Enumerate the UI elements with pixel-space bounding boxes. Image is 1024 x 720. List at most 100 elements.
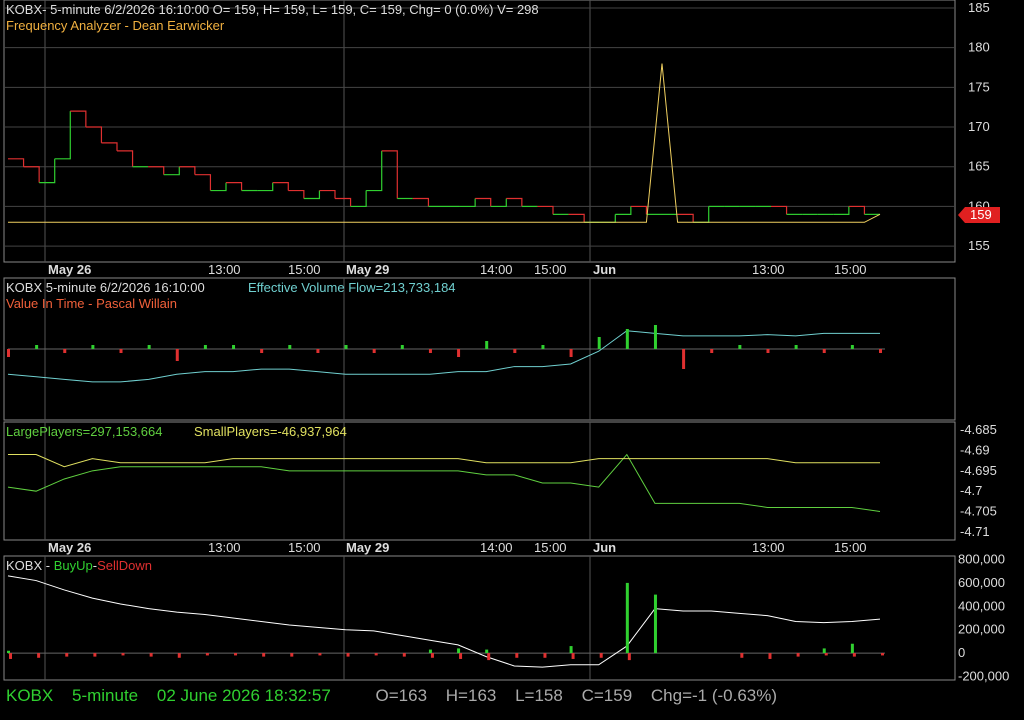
value-in-time-bar xyxy=(91,345,95,349)
value-in-time-bar xyxy=(625,329,629,349)
selldown-bar xyxy=(487,653,491,661)
value-in-time-bar xyxy=(203,345,207,349)
y-tick-label: -4.685 xyxy=(960,422,997,437)
status-low: L=158 xyxy=(515,686,563,705)
y-tick-label: -4.7 xyxy=(960,483,982,498)
status-open: O=163 xyxy=(375,686,428,705)
selldown-bar xyxy=(740,653,744,658)
x-tick-label: 13:00 xyxy=(752,262,785,277)
value-in-time-bar xyxy=(288,345,292,349)
price-segment xyxy=(615,206,632,215)
value-in-time-bar xyxy=(119,349,123,353)
y-tick-label: 165 xyxy=(968,159,990,174)
value-in-time-bar xyxy=(344,345,348,349)
buyup-bar xyxy=(485,649,489,654)
value-in-time-bar xyxy=(457,349,461,357)
y-tick-label: 200,000 xyxy=(958,622,1005,637)
y-tick-label: 180 xyxy=(968,40,990,55)
x-tick-label: 14:00 xyxy=(480,262,513,277)
small-players-line xyxy=(8,454,880,468)
y-tick-label: 170 xyxy=(968,119,990,134)
price-segment xyxy=(848,205,866,215)
value-in-time-bar xyxy=(766,349,770,353)
status-close: C=159 xyxy=(581,686,633,705)
x-tick-label: 13:00 xyxy=(208,540,241,555)
selldown-bar xyxy=(515,653,519,658)
x-tick-label: 15:00 xyxy=(288,262,321,277)
selldown-bar xyxy=(459,653,463,659)
selldown-bar xyxy=(796,653,800,657)
selldown-bar xyxy=(9,653,12,659)
selldown-bar xyxy=(93,653,97,657)
price-segment xyxy=(70,110,87,128)
y-tick-label: 800,000 xyxy=(958,552,1005,567)
selldown-bar xyxy=(234,653,238,656)
buyup-symbol: KOBX - xyxy=(6,558,54,573)
panel-frame-3 xyxy=(3,421,956,541)
x-tick-label: 15:00 xyxy=(288,540,321,555)
selldown-bar xyxy=(768,653,772,659)
selldown-bar xyxy=(402,653,406,657)
y-tick-label: -4.695 xyxy=(960,463,997,478)
price-segment xyxy=(319,189,336,199)
price-segment xyxy=(210,182,227,192)
last-price-badge: 159 xyxy=(958,207,1000,223)
selldown-bar xyxy=(571,653,575,659)
selldown-bar xyxy=(824,653,828,656)
price-segment xyxy=(833,206,850,215)
effective-volume-flow-label: Effective Volume Flow=213,733,184 xyxy=(248,280,456,295)
price-segment xyxy=(335,197,352,207)
price-segment xyxy=(506,197,523,207)
selldown-bar xyxy=(290,653,294,657)
chart-canvas: May 26 13:00 15:00 May 29 14:00 15:00 Jun 13:00… xyxy=(3,0,1009,683)
x-tick-label: 15:00 xyxy=(834,540,867,555)
selldown-bar xyxy=(149,653,153,657)
selldown-bar xyxy=(346,653,350,657)
y-tick-label: 175 xyxy=(968,79,990,94)
selldown-bar xyxy=(318,653,322,656)
y-tick-label: 185 xyxy=(968,0,990,15)
buyup-bar xyxy=(653,594,657,654)
price-segment xyxy=(568,213,585,223)
status-change: Chg=-1 (-0.63%) xyxy=(650,686,778,705)
value-in-time-bar xyxy=(879,349,882,353)
x-tick-label: 15:00 xyxy=(834,262,867,277)
value-in-time-bar xyxy=(738,345,742,349)
buyup-bar xyxy=(569,646,573,654)
buyup-bar xyxy=(822,648,826,654)
selldown-bar xyxy=(599,653,603,658)
x-tick-label: May 29 xyxy=(346,262,389,277)
price-segment xyxy=(163,166,180,176)
value-in-time-bar xyxy=(63,349,67,353)
price-segment xyxy=(39,158,56,184)
x-tick-label: 13:00 xyxy=(752,540,785,555)
value-in-time-bar xyxy=(400,345,404,349)
y-tick-label: 0 xyxy=(958,645,965,660)
status-symbol: KOBX xyxy=(6,686,54,705)
value-in-time-bar xyxy=(597,337,601,349)
y-tick-label: 155 xyxy=(968,238,990,253)
price-segment xyxy=(677,213,694,223)
selldown-bar xyxy=(852,653,856,657)
y-tick-label: -4.69 xyxy=(960,442,990,457)
y-tick-label: 400,000 xyxy=(958,598,1005,613)
axis-labels: May 26 13:00 15:00 May 29 14:00 15:00 Jun 13:00… xyxy=(48,0,1009,683)
value-in-time-bar xyxy=(232,345,236,349)
buyup-selldown-label: KOBX - BuyUp-SellDown xyxy=(6,558,152,573)
value-in-time-bar xyxy=(372,349,376,353)
value-in-time-bar xyxy=(541,345,545,349)
value-in-time-bar xyxy=(260,349,264,353)
selldown-bar xyxy=(65,653,69,657)
selldown-bar xyxy=(205,653,209,656)
price-segment xyxy=(226,182,243,191)
x-tick-label: 15:00 xyxy=(534,540,567,555)
panel-frame-4 xyxy=(3,555,956,681)
value-in-time-bar xyxy=(35,345,39,349)
price-segment xyxy=(537,205,554,215)
price-segment xyxy=(288,189,305,199)
buyup-bar xyxy=(625,582,629,654)
price-segment xyxy=(257,182,274,192)
status-high: H=163 xyxy=(445,686,497,705)
buyup-bar xyxy=(428,649,432,654)
selldown-bar xyxy=(627,653,631,661)
